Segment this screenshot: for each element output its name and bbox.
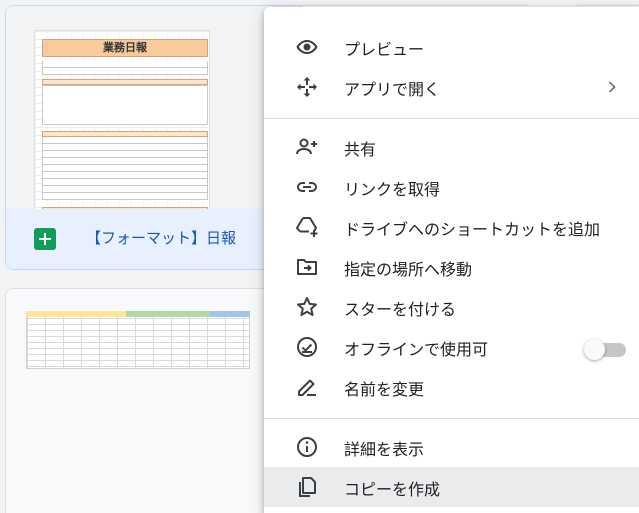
menu-item-get-link[interactable]: リンクを取得 bbox=[264, 167, 639, 207]
thumbnail-heading: 業務日報 bbox=[42, 39, 208, 57]
menu-item-label: スターを付ける bbox=[344, 300, 457, 319]
pencil-icon bbox=[294, 375, 320, 399]
menu-item-move[interactable]: 指定の場所へ移動 bbox=[264, 247, 639, 287]
menu-item-label: アプリで開く bbox=[344, 80, 441, 99]
doc-preview-box bbox=[42, 85, 208, 125]
google-sheets-icon bbox=[34, 228, 56, 250]
person-add-icon bbox=[294, 135, 320, 159]
file-thumbnail bbox=[6, 289, 304, 513]
menu-item-rename[interactable]: 名前を変更 bbox=[264, 367, 639, 407]
drive-shortcut-icon bbox=[294, 215, 320, 239]
doc-preview-rows bbox=[42, 137, 208, 200]
menu-item-label: ドライブへのショートカットを追加 bbox=[344, 220, 601, 239]
menu-item-label: 名前を変更 bbox=[344, 380, 425, 399]
menu-item-label: リンクを取得 bbox=[344, 180, 441, 199]
info-icon bbox=[294, 435, 320, 459]
copy-icon bbox=[294, 475, 320, 499]
move-arrows-icon bbox=[294, 75, 320, 99]
context-menu: プレビュー アプリで開く 共有 リンクを取得 ドライブへのショートカットを追加 bbox=[264, 7, 639, 513]
menu-item-offline[interactable]: オフラインで使用可 bbox=[264, 327, 639, 367]
sheet-preview-header bbox=[126, 311, 210, 317]
file-title[interactable]: 【フォーマット】日報 bbox=[86, 227, 236, 248]
offline-toggle[interactable] bbox=[584, 338, 628, 360]
menu-item-label: 共有 bbox=[344, 140, 377, 159]
sheet-preview-header bbox=[26, 311, 126, 317]
link-icon bbox=[294, 175, 320, 199]
file-card[interactable] bbox=[5, 288, 305, 513]
eye-icon bbox=[294, 35, 320, 59]
menu-item-star[interactable]: スターを付ける bbox=[264, 287, 639, 327]
menu-item-add-shortcut[interactable]: ドライブへのショートカットを追加 bbox=[264, 207, 639, 247]
chevron-right-icon bbox=[604, 79, 620, 95]
menu-item-preview[interactable]: プレビュー bbox=[264, 27, 639, 67]
file-card-footer[interactable]: 【フォーマット】日報 bbox=[6, 209, 304, 269]
menu-item-label: 指定の場所へ移動 bbox=[344, 260, 473, 279]
menu-divider bbox=[264, 418, 639, 419]
menu-item-make-copy[interactable]: コピーを作成 bbox=[264, 467, 639, 507]
menu-item-label: オフラインで使用可 bbox=[344, 340, 489, 359]
sheet-preview-header bbox=[210, 311, 250, 317]
offline-check-icon bbox=[294, 335, 320, 359]
menu-item-details[interactable]: 詳細を表示 bbox=[264, 427, 639, 467]
folder-move-icon bbox=[294, 255, 320, 279]
star-icon bbox=[294, 295, 320, 319]
doc-preview-rows bbox=[42, 61, 208, 75]
doc-preview: 業務日報 bbox=[34, 30, 210, 212]
file-card-selected[interactable]: 業務日報 【フォーマット】日報 bbox=[5, 5, 305, 270]
menu-item-open-with[interactable]: アプリで開く bbox=[264, 67, 639, 107]
toggle-thumb bbox=[584, 339, 605, 360]
menu-item-label: 詳細を表示 bbox=[344, 440, 425, 459]
menu-item-label: コピーを作成 bbox=[344, 480, 441, 499]
menu-divider bbox=[264, 118, 639, 119]
sheet-preview bbox=[26, 311, 250, 369]
menu-item-share[interactable]: 共有 bbox=[264, 127, 639, 167]
menu-item-label: プレビュー bbox=[344, 40, 425, 59]
file-thumbnail: 業務日報 bbox=[6, 6, 304, 212]
